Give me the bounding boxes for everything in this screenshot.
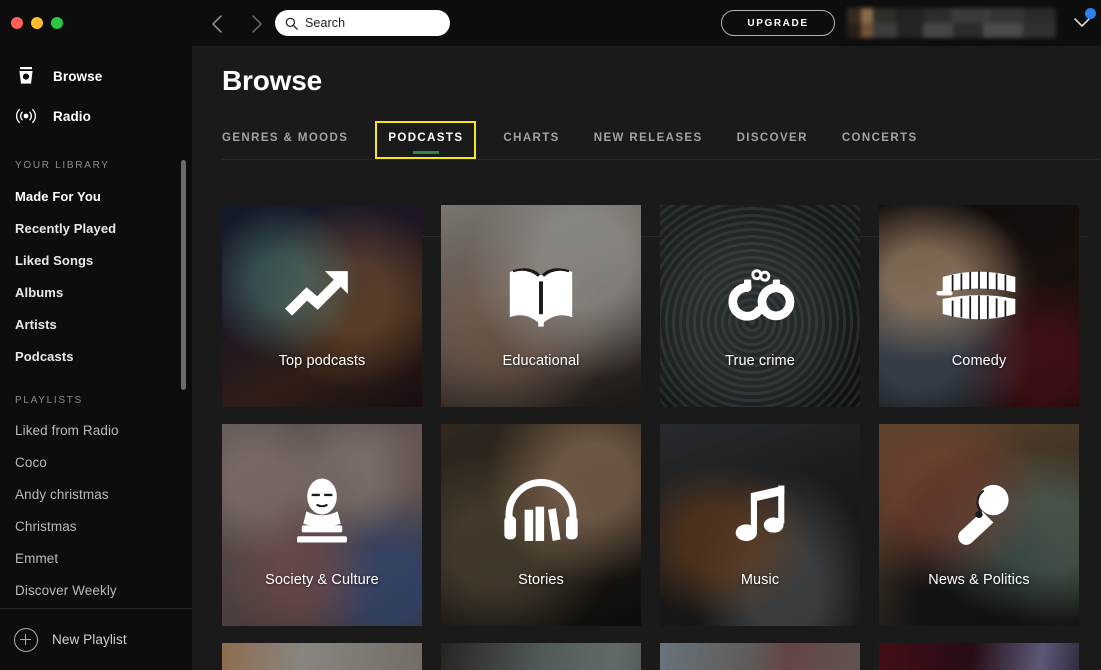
card-scrim	[441, 424, 641, 626]
category-card[interactable]: True crime	[660, 205, 860, 407]
tabs-divider	[222, 159, 1101, 160]
window-controls	[11, 17, 63, 29]
search-input-value: Search	[305, 16, 346, 30]
blur-pixel	[895, 8, 925, 23]
forward-button[interactable]	[244, 11, 270, 37]
tab-concerts[interactable]: CONCERTS	[842, 126, 918, 154]
history-navigation	[204, 11, 270, 37]
category-card[interactable]: Educational	[441, 205, 641, 407]
category-card[interactable]	[660, 643, 860, 670]
blur-pixel	[847, 8, 861, 23]
card-scrim	[222, 424, 422, 626]
sidebar-item-liked-songs[interactable]: Liked Songs	[0, 245, 192, 277]
sidebar-item-recently-played[interactable]: Recently Played	[0, 213, 192, 245]
category-card[interactable]	[879, 643, 1079, 670]
card-scrim	[441, 643, 641, 670]
search-icon	[285, 17, 298, 30]
blur-pixel	[861, 8, 873, 23]
sidebar-item-podcasts[interactable]: Podcasts	[0, 341, 192, 373]
blur-pixel	[847, 23, 861, 38]
sidebar-playlist-christmas[interactable]: Christmas	[0, 511, 192, 543]
upgrade-button[interactable]: UPGRADE	[721, 10, 835, 36]
sidebar-scrollbar[interactable]	[181, 160, 186, 390]
new-playlist-button[interactable]: New Playlist	[0, 608, 192, 670]
minimize-button[interactable]	[31, 17, 43, 29]
blur-pixel	[873, 8, 895, 23]
browse-icon	[13, 63, 39, 89]
sidebar-playlist-andy-christmas[interactable]: Andy christmas	[0, 479, 192, 511]
main-content: Browse GENRES & MOODS PODCASTS CHARTS NE…	[192, 46, 1101, 670]
card-scrim	[879, 205, 1079, 407]
plus-circle-icon	[14, 627, 38, 652]
blur-pixel	[1023, 23, 1056, 38]
blur-pixel	[861, 23, 873, 38]
spotify-desktop-window: Search UPGRADE Browse Radio YOUR LIBRARY…	[0, 0, 1101, 670]
sidebar-playlist-emmet[interactable]: Emmet	[0, 543, 192, 575]
zoom-button[interactable]	[51, 17, 63, 29]
card-scrim	[222, 205, 422, 407]
tab-genres-and-moods[interactable]: GENRES & MOODS	[222, 126, 348, 154]
category-card[interactable]: News & Politics	[879, 424, 1079, 626]
sidebar-section-playlists: PLAYLISTS	[15, 395, 83, 406]
card-scrim	[660, 205, 860, 407]
category-card[interactable]: Stories	[441, 424, 641, 626]
sidebar-scroll-content: Browse Radio YOUR LIBRARY Made For You R…	[0, 46, 192, 607]
tab-discover[interactable]: DISCOVER	[737, 126, 808, 154]
sidebar-playlist-coco[interactable]: Coco	[0, 447, 192, 479]
blur-pixel	[983, 23, 1023, 38]
new-playlist-label: New Playlist	[52, 632, 127, 647]
sidebar-item-albums[interactable]: Albums	[0, 277, 192, 309]
blur-pixel	[953, 23, 983, 38]
categories-grid: Top podcasts Educational True crime Comedy S…	[222, 205, 1101, 670]
card-scrim	[879, 424, 1079, 626]
sidebar-item-made-for-you[interactable]: Made For You	[0, 181, 192, 213]
card-scrim	[222, 643, 422, 670]
category-card[interactable]	[222, 643, 422, 670]
tab-podcasts[interactable]: PODCASTS	[375, 121, 477, 159]
sidebar-item-artists[interactable]: Artists	[0, 309, 192, 341]
category-card[interactable]: Music	[660, 424, 860, 626]
radio-icon	[13, 103, 39, 129]
blur-pixel	[925, 8, 951, 23]
tab-new-releases[interactable]: NEW RELEASES	[594, 126, 703, 154]
category-card[interactable]: Top podcasts	[222, 205, 422, 407]
back-button[interactable]	[204, 11, 230, 37]
sidebar-item-label: Browse	[53, 68, 103, 84]
card-scrim	[660, 643, 860, 670]
blur-pixel	[873, 23, 897, 38]
sidebar-playlist-discover-weekly[interactable]: Discover Weekly	[0, 575, 192, 607]
blur-pixel	[951, 8, 991, 23]
close-button[interactable]	[11, 17, 23, 29]
category-card[interactable]: Comedy	[879, 205, 1079, 407]
page-title: Browse	[222, 65, 322, 96]
sidebar-item-radio[interactable]: Radio	[0, 96, 192, 136]
sidebar: Browse Radio YOUR LIBRARY Made For You R…	[0, 46, 192, 670]
category-card[interactable]	[441, 643, 641, 670]
blur-pixel	[1025, 8, 1056, 23]
blur-pixel	[923, 23, 953, 38]
tab-charts[interactable]: CHARTS	[503, 126, 559, 154]
top-bar: Search UPGRADE	[0, 0, 1101, 46]
card-scrim	[441, 205, 641, 407]
sidebar-playlist-liked-from-radio[interactable]: Liked from Radio	[0, 415, 192, 447]
sidebar-item-label: Radio	[53, 108, 92, 124]
category-card[interactable]: Society & Culture	[222, 424, 422, 626]
profile-name-blurred[interactable]	[847, 8, 1056, 38]
sidebar-section-your-library: YOUR LIBRARY	[15, 160, 110, 171]
notification-dot[interactable]	[1085, 8, 1096, 19]
blur-pixel	[991, 8, 1025, 23]
sidebar-item-browse[interactable]: Browse	[0, 56, 192, 96]
blur-pixel	[897, 23, 923, 38]
card-scrim	[879, 643, 1079, 670]
search-input[interactable]: Search	[275, 10, 450, 36]
card-scrim	[660, 424, 860, 626]
browse-tabs: GENRES & MOODS PODCASTS CHARTS NEW RELEA…	[222, 121, 952, 159]
